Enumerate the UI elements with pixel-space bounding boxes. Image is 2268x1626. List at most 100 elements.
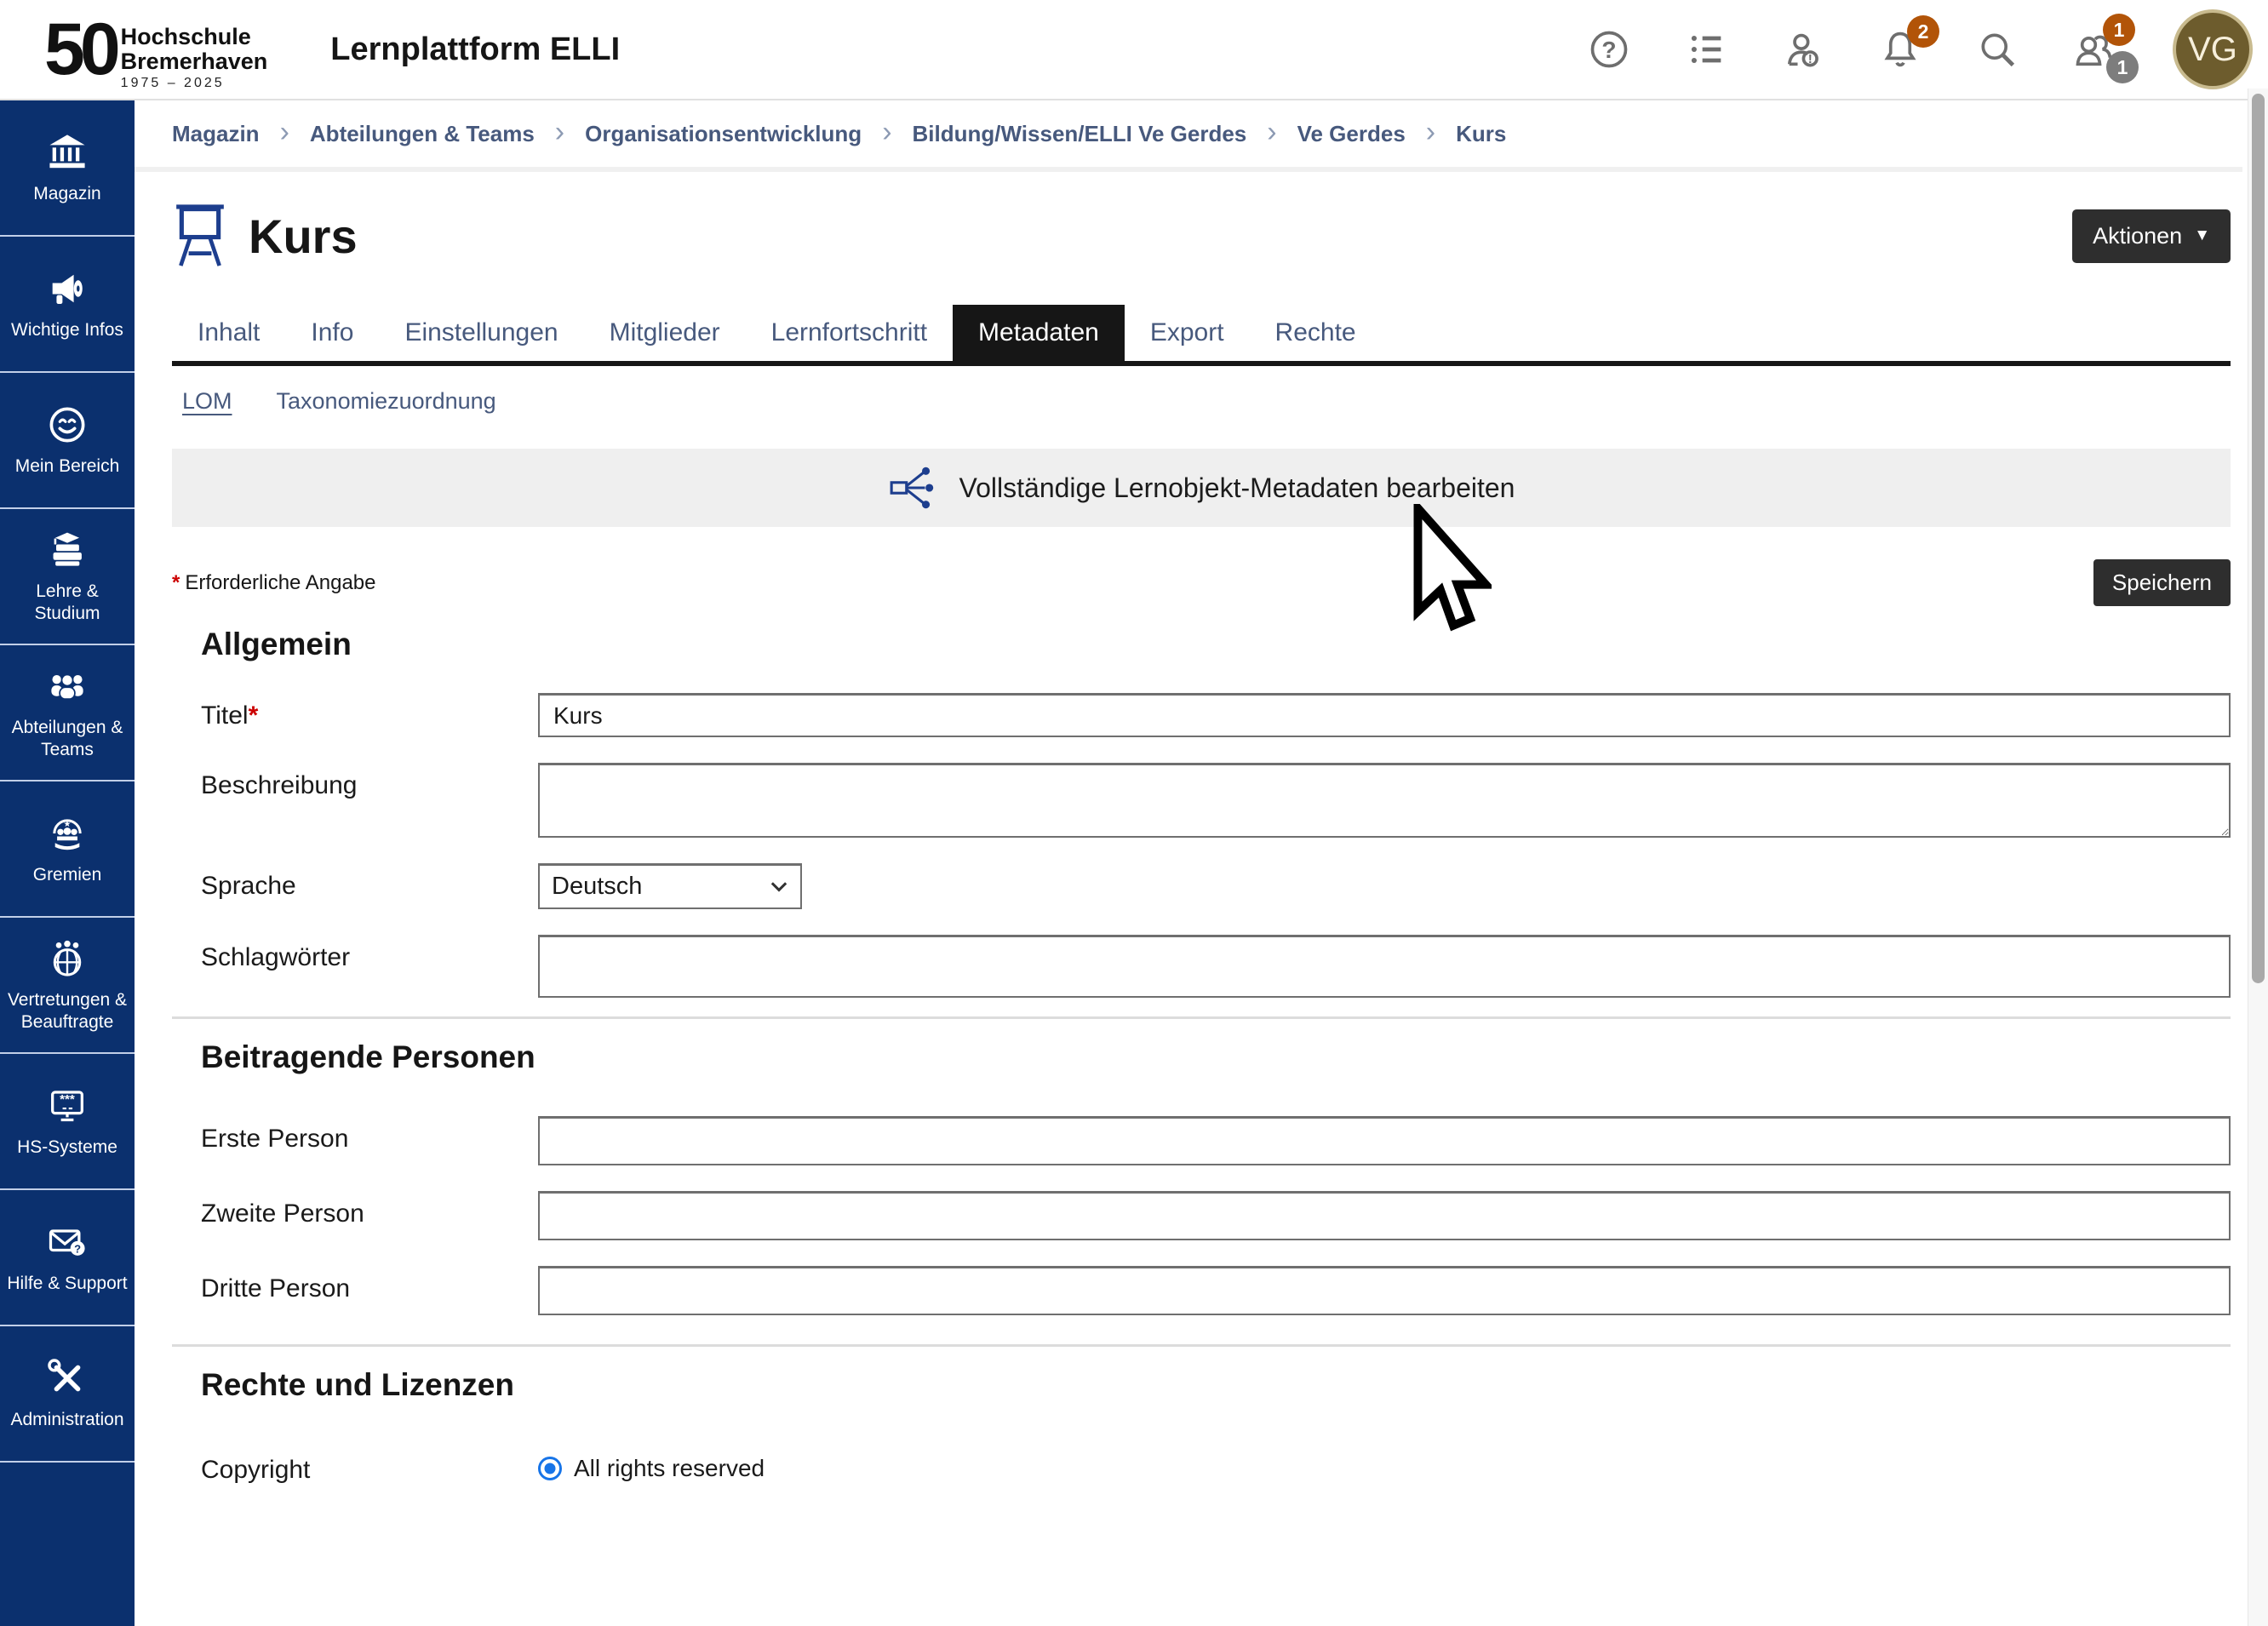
breadcrumb-separator-icon: › (882, 116, 891, 149)
subtab-taxonomiezuordnung[interactable]: Taxonomiezuordnung (277, 388, 496, 415)
contacts-badge-total: 1 (2106, 51, 2139, 83)
main-content: Magazin › Abteilungen & Teams › Organisa… (135, 100, 2242, 1626)
breadcrumb-separator-icon: › (280, 116, 289, 149)
beschreibung-textarea[interactable] (538, 763, 2231, 838)
logo-50: 50 (44, 20, 116, 79)
mail-help-icon: ? (45, 1220, 89, 1264)
sidebar-label: Lehre & Studium (3, 581, 131, 626)
search-icon[interactable] (1973, 26, 2021, 73)
svg-text:?: ? (1601, 37, 1616, 63)
sidebar-item-lehre-studium[interactable]: Lehre & Studium (0, 509, 135, 645)
contacts-badge-new: 1 (2103, 14, 2135, 46)
scrollbar-thumb[interactable] (2252, 94, 2265, 983)
subtab-lom[interactable]: LOM (182, 388, 232, 415)
titel-required-asterisk: * (249, 701, 259, 730)
page-title: Kurs (249, 209, 358, 264)
breadcrumb-separator-icon: › (1426, 116, 1435, 149)
breadcrumb-item[interactable]: Kurs (1456, 121, 1506, 147)
bank-icon (45, 130, 89, 175)
chevron-down-icon (770, 881, 788, 893)
section-beitragende: Beitragende Personen (201, 1039, 2231, 1075)
bell-badge: 2 (1907, 15, 1939, 48)
zweite-person-input[interactable] (538, 1191, 2231, 1240)
breadcrumb-item[interactable]: Organisationsentwicklung (585, 121, 862, 147)
breadcrumb-item[interactable]: Magazin (172, 121, 260, 147)
dritte-person-label: Dritte Person (201, 1266, 538, 1315)
breadcrumb-item[interactable]: Ve Gerdes (1297, 121, 1406, 147)
tab-inhalt[interactable]: Inhalt (172, 305, 285, 361)
course-icon (172, 201, 228, 271)
logo-institution-line1: Hochschule (121, 25, 268, 49)
tab-export[interactable]: Export (1125, 305, 1250, 361)
caret-down-icon: ▼ (2194, 226, 2210, 245)
sidebar-label: Administration (10, 1409, 123, 1431)
schlagwoerter-input[interactable] (538, 935, 2231, 998)
megaphone-icon (45, 266, 89, 311)
topbar: 50 Hochschule Bremerhaven 1975 – 2025 Le… (0, 0, 2268, 100)
section-rechte: Rechte und Lizenzen (201, 1367, 2231, 1403)
section-divider (172, 1016, 2231, 1019)
required-asterisk: * (172, 571, 180, 594)
titel-label: Titel* (201, 693, 538, 737)
notification-bell-icon[interactable]: 2 (1876, 26, 1924, 73)
sidebar-item-vertretungen[interactable]: Vertretungen & Beauftragte (0, 918, 135, 1054)
app-title: Lernplattform ELLI (330, 31, 620, 68)
tab-info[interactable]: Info (285, 305, 379, 361)
sidebar-item-gremien[interactable]: ★ Gremien (0, 782, 135, 918)
actions-button[interactable]: Aktionen ▼ (2072, 209, 2231, 263)
breadcrumb-separator-icon: › (1267, 116, 1276, 149)
save-button[interactable]: Speichern (2093, 559, 2231, 606)
tab-einstellungen[interactable]: Einstellungen (379, 305, 583, 361)
zweite-person-label: Zweite Person (201, 1191, 538, 1240)
titel-input[interactable] (538, 693, 2231, 737)
dritte-person-input[interactable] (538, 1266, 2231, 1315)
svg-text:***: *** (60, 1092, 75, 1107)
avatar[interactable]: VG (2173, 9, 2253, 89)
sidebar-label: Hilfe & Support (7, 1273, 127, 1295)
metadata-hub-icon (888, 463, 937, 512)
edit-full-metadata-banner[interactable]: Vollständige Lernobjekt-Metadaten bearbe… (172, 449, 2231, 527)
beschreibung-label: Beschreibung (201, 763, 538, 838)
breadcrumb-item[interactable]: Bildung/Wissen/ELLI Ve Gerdes (913, 121, 1247, 147)
logo-years: 1975 – 2025 (121, 76, 268, 91)
actions-button-label: Aktionen (2093, 223, 2182, 249)
help-icon[interactable]: ? (1585, 26, 1633, 73)
sidebar-label: Gremien (33, 864, 102, 886)
section-divider (172, 1344, 2231, 1347)
required-hint: *Erforderliche Angabe (172, 571, 376, 595)
sprache-select[interactable]: Deutsch (538, 863, 802, 909)
sidebar-item-administration[interactable]: Administration (0, 1326, 135, 1463)
copyright-radio[interactable] (538, 1457, 562, 1480)
section-allgemein: Allgemein (201, 627, 2231, 662)
sidebar-label: HS-Systeme (17, 1136, 117, 1159)
tab-lernfortschritt[interactable]: Lernfortschritt (746, 305, 953, 361)
tab-mitglieder[interactable]: Mitglieder (584, 305, 746, 361)
logo-institution-line2: Bremerhaven (121, 49, 268, 73)
sidebar-item-magazin[interactable]: Magazin (0, 100, 135, 237)
sprache-label: Sprache (201, 863, 538, 909)
tab-metadaten[interactable]: Metadaten (953, 305, 1125, 361)
contacts-icon[interactable]: 1 1 (2070, 26, 2118, 73)
university-logo[interactable]: 50 Hochschule Bremerhaven 1975 – 2025 (44, 8, 267, 91)
sidebar-label: Magazin (33, 183, 100, 205)
erste-person-input[interactable] (538, 1116, 2231, 1165)
globe-people-icon (45, 936, 89, 981)
sidebar-item-abteilungen-teams[interactable]: Abteilungen & Teams (0, 645, 135, 782)
sidebar-item-mein-bereich[interactable]: Mein Bereich (0, 373, 135, 509)
sidebar-label: Wichtige Infos (11, 319, 123, 341)
sidebar-label: Mein Bereich (15, 455, 120, 478)
scrollbar-track[interactable] (2248, 89, 2268, 1626)
people-group-icon (45, 664, 89, 708)
tab-rechte[interactable]: Rechte (1250, 305, 1382, 361)
list-icon[interactable] (1682, 26, 1730, 73)
sidebar-label: Vertretungen & Beauftragte (3, 989, 131, 1034)
smiley-icon (45, 403, 89, 447)
sidebar-item-hs-systeme[interactable]: *** HS-Systeme (0, 1054, 135, 1190)
sidebar-item-hilfe-support[interactable]: ? Hilfe & Support (0, 1190, 135, 1326)
erste-person-label: Erste Person (201, 1116, 538, 1165)
tools-icon (45, 1356, 89, 1400)
sidebar-item-wichtige-infos[interactable]: Wichtige Infos (0, 237, 135, 373)
breadcrumb-item[interactable]: Abteilungen & Teams (310, 121, 535, 147)
required-hint-text: Erforderliche Angabe (185, 571, 375, 594)
user-status-icon[interactable]: ! (1779, 26, 1827, 73)
